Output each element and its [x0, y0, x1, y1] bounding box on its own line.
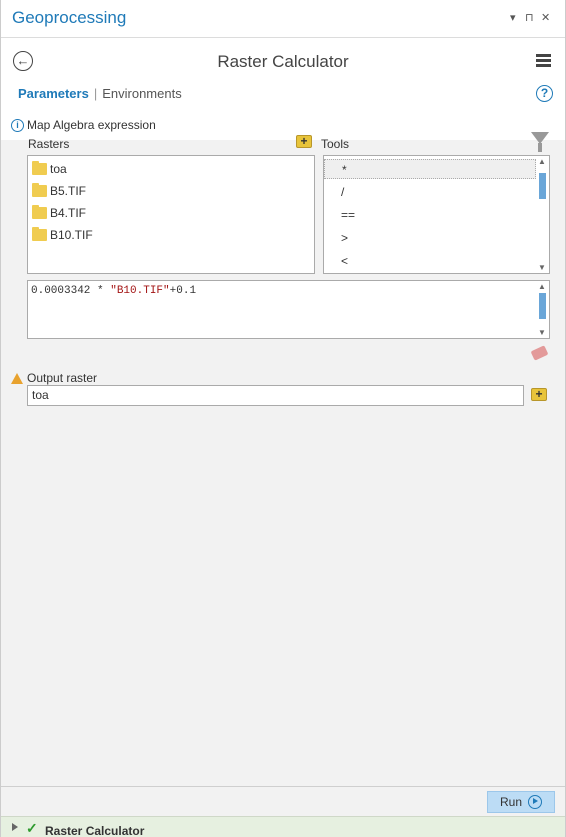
scroll-up-icon[interactable]: ▲	[538, 282, 546, 291]
eraser-icon[interactable]	[530, 345, 549, 361]
scroll-down-icon[interactable]: ▼	[538, 328, 546, 337]
scroll-up-icon[interactable]: ▲	[538, 157, 546, 166]
browse-output-icon[interactable]: +	[531, 388, 547, 401]
tool-operator-item[interactable]: ==	[324, 205, 536, 225]
list-item[interactable]: B4.TIF	[32, 204, 86, 222]
info-icon[interactable]: i	[11, 118, 24, 132]
tab-parameters[interactable]: Parameters	[18, 86, 89, 101]
scroll-thumb[interactable]	[539, 173, 546, 199]
output-raster-label-text: Output raster	[27, 371, 98, 385]
close-icon[interactable]: ✕	[541, 11, 550, 24]
rasters-label: Rasters	[28, 137, 70, 151]
pin-icon[interactable]: ⊓	[525, 11, 534, 24]
status-bar: ✓ Raster Calculator	[1, 816, 565, 837]
map-algebra-label-text: Map Algebra expression	[27, 118, 156, 132]
tab-separator: |	[93, 86, 98, 101]
tool-operator-item[interactable]: >	[324, 228, 536, 248]
success-check-icon: ✓	[26, 820, 38, 836]
add-raster-icon[interactable]: +	[296, 135, 312, 148]
geoprocessing-pane: Geoprocessing ▾ ⊓ ✕ ← Raster Calculator …	[0, 0, 566, 837]
output-raster-input[interactable]: toa	[27, 385, 524, 406]
list-item[interactable]: B5.TIF	[32, 182, 86, 200]
scroll-thumb[interactable]	[539, 293, 546, 319]
tools-label: Tools	[321, 137, 350, 151]
run-icon	[528, 795, 542, 809]
run-button-label: Run	[499, 795, 522, 809]
scroll-down-icon[interactable]: ▼	[538, 263, 546, 272]
rasters-list[interactable]: toa B5.TIF B4.TIF B10.TIF	[27, 155, 315, 274]
tool-operator-item[interactable]: <	[324, 251, 536, 271]
tool-title: Raster Calculator	[217, 52, 349, 71]
tools-list[interactable]: * / == > < ▲ ▼	[323, 155, 550, 274]
status-text[interactable]: Raster Calculator	[45, 824, 144, 837]
tools-scrollbar[interactable]: ▲ ▼	[537, 157, 548, 272]
map-algebra-label: i Map Algebra expression	[11, 118, 156, 132]
expression-scrollbar[interactable]: ▲ ▼	[537, 282, 548, 337]
tab-environments[interactable]: Environments	[102, 86, 181, 101]
list-item[interactable]: toa	[32, 160, 67, 178]
tab-strip: Parameters | Environments	[18, 86, 182, 101]
expand-icon[interactable]	[12, 823, 18, 831]
tool-operator-item[interactable]: /	[324, 182, 536, 202]
help-icon[interactable]: ?	[536, 85, 553, 102]
expression-editor[interactable]: 0.0003342 * "B10.TIF"+0.1 ▲ ▼	[27, 280, 550, 339]
run-button[interactable]: Run	[487, 791, 555, 813]
warning-icon	[11, 372, 23, 384]
raster-folder-icon	[32, 161, 47, 175]
list-item[interactable]: B10.TIF	[32, 226, 93, 244]
pane-title: Geoprocessing	[12, 8, 127, 27]
expression-text[interactable]: 0.0003342 * "B10.TIF"+0.1	[31, 285, 196, 297]
filter-icon-stem	[538, 143, 542, 152]
output-raster-label: Output raster	[11, 371, 97, 385]
dropdown-icon[interactable]: ▾	[510, 11, 516, 24]
raster-folder-icon	[32, 227, 47, 241]
pane-titlebar: Geoprocessing ▾ ⊓ ✕	[1, 0, 565, 38]
raster-folder-icon	[32, 205, 47, 219]
raster-folder-icon	[32, 183, 47, 197]
menu-icon[interactable]	[536, 54, 551, 67]
run-bar: Run	[1, 786, 565, 815]
tool-operator-item[interactable]: *	[324, 159, 536, 179]
